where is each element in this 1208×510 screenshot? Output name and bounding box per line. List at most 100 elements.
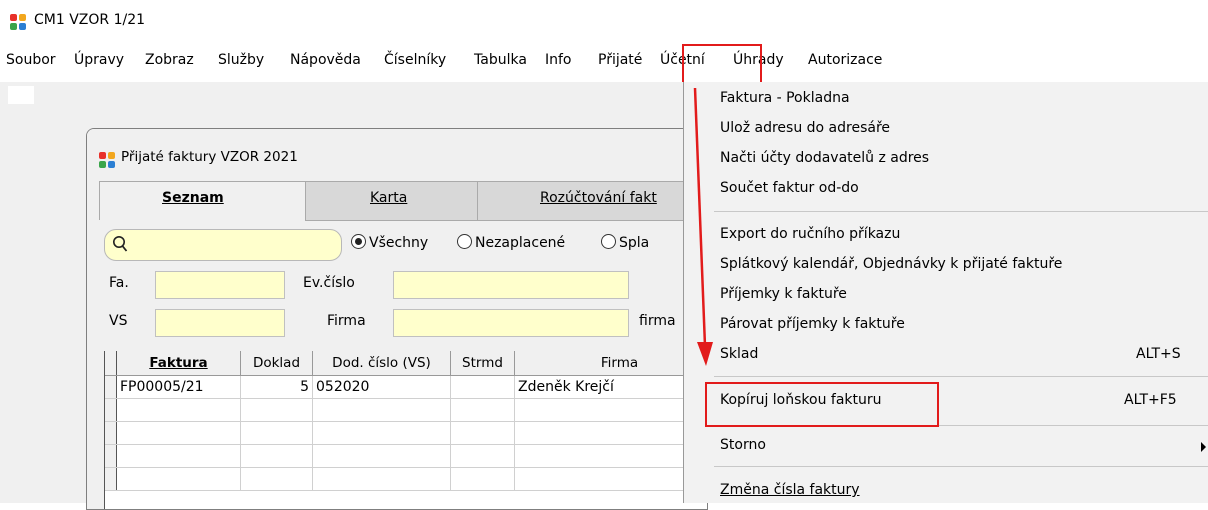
menu-item-parovat-prijemky[interactable]: Párovat příjemky k faktuře	[720, 316, 905, 332]
filter-vsechny-label: Všechny	[369, 235, 429, 251]
menu-item-faktura-pokladna[interactable]: Faktura - Pokladna	[720, 90, 850, 106]
menu-prijate-highlight	[682, 44, 762, 86]
menu-info[interactable]: Info	[545, 52, 572, 68]
table-row[interactable]	[105, 399, 707, 422]
menu-item-soucet-faktur[interactable]: Součet faktur od-do	[720, 180, 859, 196]
menubar: Soubor Úpravy Zobraz Služby Nápověda Čís…	[0, 46, 1208, 82]
ev-cislo-input[interactable]	[393, 271, 629, 299]
cell-empty	[451, 468, 515, 490]
menu-upravy[interactable]: Úpravy	[74, 52, 124, 68]
vs-input[interactable]	[155, 309, 285, 337]
menu-autorizace[interactable]: Autorizace	[808, 52, 882, 68]
shortcut-sklad: ALT+S	[1136, 346, 1181, 362]
cell-doklad: 5	[241, 376, 313, 398]
cell-strmd	[451, 376, 515, 398]
tab-karta[interactable]: Karta	[305, 181, 479, 221]
menu-soubor[interactable]: Soubor	[6, 52, 56, 68]
table-row[interactable]: FP00005/21 5 052020 Zdeněk Krejčí	[105, 376, 707, 399]
invoice-grid: Faktura Doklad Dod. číslo (VS) Strmd Fir…	[104, 351, 707, 509]
menu-ciselniky[interactable]: Číselníky	[384, 52, 446, 68]
table-row[interactable]	[105, 422, 707, 445]
workspace-blank	[8, 86, 34, 104]
row-indicator	[105, 468, 117, 490]
tab-rozuctovani[interactable]: Rozúčtování fakt	[477, 181, 707, 221]
app-title: CM1 VZOR 1/21	[34, 12, 146, 28]
menu-separator	[714, 376, 1208, 377]
menu-item-uloz-adresu[interactable]: Ulož adresu do adresáře	[720, 120, 890, 136]
cell-empty	[117, 399, 241, 421]
invoice-window-title: Přijaté faktury VZOR 2021	[121, 149, 298, 165]
menu-prijate[interactable]: Přijaté	[598, 52, 642, 68]
menu-item-splatkovy-kalendar[interactable]: Splátkový kalendář, Objednávky k přijaté…	[720, 256, 1062, 272]
radio-icon	[457, 234, 472, 249]
menu-item-storno[interactable]: Storno	[720, 437, 766, 453]
cell-empty	[313, 399, 451, 421]
cell-dod-cislo: 052020	[313, 376, 451, 398]
col-strmd[interactable]: Strmd	[451, 351, 515, 375]
prijate-dropdown-menu: Faktura - Pokladna Ulož adresu do adresá…	[683, 82, 1208, 503]
menu-zobraz[interactable]: Zobraz	[145, 52, 194, 68]
row-indicator	[105, 399, 117, 421]
row-indicator	[105, 376, 117, 398]
tab-rozuctovani-label: Rozúčtování fakt	[540, 190, 657, 206]
search-icon	[113, 236, 128, 252]
cell-firma: Zdeněk Krejčí	[515, 376, 707, 398]
cell-empty	[451, 399, 515, 421]
cell-empty	[451, 445, 515, 467]
window-logo-icon	[99, 152, 115, 168]
menu-item-prijemky[interactable]: Příjemky k faktuře	[720, 286, 847, 302]
table-row[interactable]	[105, 468, 707, 491]
tab-seznam-label: Seznam	[162, 190, 224, 206]
cell-empty	[117, 422, 241, 444]
invoice-window: Přijaté faktury VZOR 2021 Seznam Karta R…	[86, 128, 708, 510]
fa-input[interactable]	[155, 271, 285, 299]
menu-separator	[714, 211, 1208, 212]
cell-faktura: FP00005/21	[117, 376, 241, 398]
row-indicator	[105, 445, 117, 467]
grid-header: Faktura Doklad Dod. číslo (VS) Strmd Fir…	[105, 351, 707, 376]
cell-empty	[313, 468, 451, 490]
submenu-arrow-icon	[1201, 442, 1206, 452]
ev-cislo-label: Ev.číslo	[303, 275, 355, 291]
fa-label: Fa.	[109, 275, 129, 291]
radio-icon	[601, 234, 616, 249]
cell-empty	[313, 422, 451, 444]
filter-splatne[interactable]: Spla	[601, 234, 649, 251]
search-input[interactable]	[104, 229, 342, 261]
menu-item-export-prikazu[interactable]: Export do ručního příkazu	[720, 226, 900, 242]
filter-nezaplacene[interactable]: Nezaplacené	[457, 234, 565, 251]
grid-corner	[105, 351, 117, 375]
col-doklad[interactable]: Doklad	[241, 351, 313, 375]
cell-empty	[241, 468, 313, 490]
table-row[interactable]	[105, 445, 707, 468]
firma-label: Firma	[327, 313, 366, 329]
cell-empty	[241, 399, 313, 421]
cell-empty	[313, 445, 451, 467]
firma-input[interactable]	[393, 309, 629, 337]
col-dod-cislo[interactable]: Dod. číslo (VS)	[313, 351, 451, 375]
cell-empty	[451, 422, 515, 444]
cell-empty	[117, 468, 241, 490]
col-firma[interactable]: Firma	[515, 351, 707, 375]
filter-splatne-label: Spla	[619, 235, 650, 251]
filter-vsechny[interactable]: Všechny	[351, 234, 428, 251]
cell-empty	[241, 422, 313, 444]
menu-item-zmena-cisla[interactable]: Změna čísla faktury	[720, 482, 860, 498]
menu-tabulka[interactable]: Tabulka	[474, 52, 527, 68]
vs-label: VS	[109, 313, 128, 329]
menu-separator	[714, 466, 1208, 467]
cell-empty	[117, 445, 241, 467]
menu-sluzby[interactable]: Služby	[218, 52, 264, 68]
tab-seznam[interactable]: Seznam	[99, 181, 307, 220]
firma-label-2: firma	[639, 313, 676, 329]
shortcut-kopiruj: ALT+F5	[1124, 392, 1177, 408]
menu-item-nacti-ucty[interactable]: Načti účty dodavatelů z adres	[720, 150, 929, 166]
menu-napoveda[interactable]: Nápověda	[290, 52, 361, 68]
app-logo-icon	[10, 14, 26, 30]
row-indicator	[105, 422, 117, 444]
col-faktura[interactable]: Faktura	[117, 351, 241, 375]
filter-nezaplacene-label: Nezaplacené	[475, 235, 566, 251]
menu-item-sklad[interactable]: Sklad	[720, 346, 758, 362]
tab-karta-label: Karta	[370, 190, 408, 206]
cell-empty	[241, 445, 313, 467]
